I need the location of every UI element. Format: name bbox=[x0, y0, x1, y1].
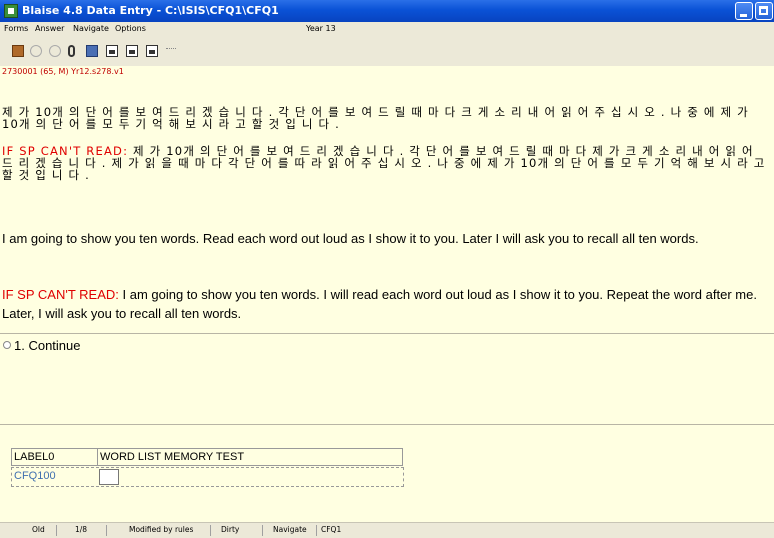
info-icon[interactable] bbox=[49, 45, 61, 57]
edit-icon[interactable] bbox=[12, 45, 24, 57]
korean-alt-instruction: IF SP CAN'T READ: 제 가 10개 의 단 어 를 보 여 드 … bbox=[2, 145, 770, 181]
continue-radio[interactable] bbox=[3, 341, 11, 349]
cant-read-label: IF SP CAN'T READ: bbox=[2, 287, 123, 302]
title-bar: Blaise 4.8 Data Entry - C:\ISIS\CFQ1\CFQ… bbox=[0, 0, 774, 22]
answer-option-continue[interactable]: 1. Continue bbox=[14, 338, 81, 353]
field-name[interactable]: CFQ100 bbox=[14, 470, 56, 482]
question-id: 2730001 (65, M) Yr12.s278.v1 bbox=[2, 67, 124, 76]
status-page: 1/8 bbox=[56, 525, 87, 536]
window-icon[interactable] bbox=[126, 45, 138, 57]
menu-forms[interactable]: Forms bbox=[4, 24, 28, 33]
menu-options[interactable]: Options bbox=[115, 24, 146, 33]
english-alt-instruction: IF SP CAN'T READ: I am going to show you… bbox=[2, 285, 762, 323]
status-form: CFQ1 bbox=[316, 525, 341, 536]
blank-row bbox=[0, 424, 774, 448]
status-dirty: Dirty bbox=[210, 525, 239, 536]
help-icon[interactable] bbox=[30, 45, 42, 57]
window-icon[interactable] bbox=[106, 45, 118, 57]
label-field-name: LABEL0 bbox=[11, 448, 98, 466]
field-row: CFQ100 bbox=[11, 467, 404, 487]
book-icon[interactable] bbox=[86, 45, 98, 57]
window-icon[interactable] bbox=[146, 45, 158, 57]
window-title: Blaise 4.8 Data Entry - C:\ISIS\CFQ1\CFQ… bbox=[22, 4, 279, 17]
korean-instruction: 제 가 10개 의 단 어 를 보 여 드 리 겠 습 니 다 . 각 단 어 … bbox=[2, 105, 749, 131]
form-pane: LABEL0 WORD LIST MEMORY TEST CFQ100 bbox=[0, 447, 774, 522]
app-icon bbox=[4, 4, 18, 18]
menu-navigate[interactable]: Navigate bbox=[73, 24, 109, 33]
attach-icon[interactable] bbox=[68, 45, 75, 57]
app-window: Blaise 4.8 Data Entry - C:\ISIS\CFQ1\CFQ… bbox=[0, 0, 774, 538]
status-bar: Old 1/8 Modified by rules Dirty Navigate… bbox=[0, 522, 774, 538]
menu-answer[interactable]: Answer bbox=[35, 24, 64, 33]
year-indicator: Year 13 bbox=[306, 24, 336, 33]
minimize-button[interactable] bbox=[735, 2, 753, 20]
menu-bar: Forms Answer Navigate Options Year 13 bbox=[0, 22, 774, 36]
label-field-value: WORD LIST MEMORY TEST bbox=[97, 448, 403, 466]
status-modified: Modified by rules bbox=[106, 525, 193, 536]
cfq100-input[interactable] bbox=[99, 469, 119, 485]
status-mode: Navigate bbox=[262, 525, 307, 536]
more-icon[interactable] bbox=[166, 48, 176, 51]
answer-pane: 1. Continue bbox=[0, 334, 774, 424]
english-instruction: I am going to show you ten words. Read e… bbox=[2, 231, 699, 246]
toolbar bbox=[0, 36, 774, 67]
status-record: Old bbox=[32, 525, 45, 534]
question-pane: 2730001 (65, M) Yr12.s278.v1 제 가 10개 의 단… bbox=[0, 66, 774, 333]
maximize-button[interactable] bbox=[755, 2, 773, 20]
